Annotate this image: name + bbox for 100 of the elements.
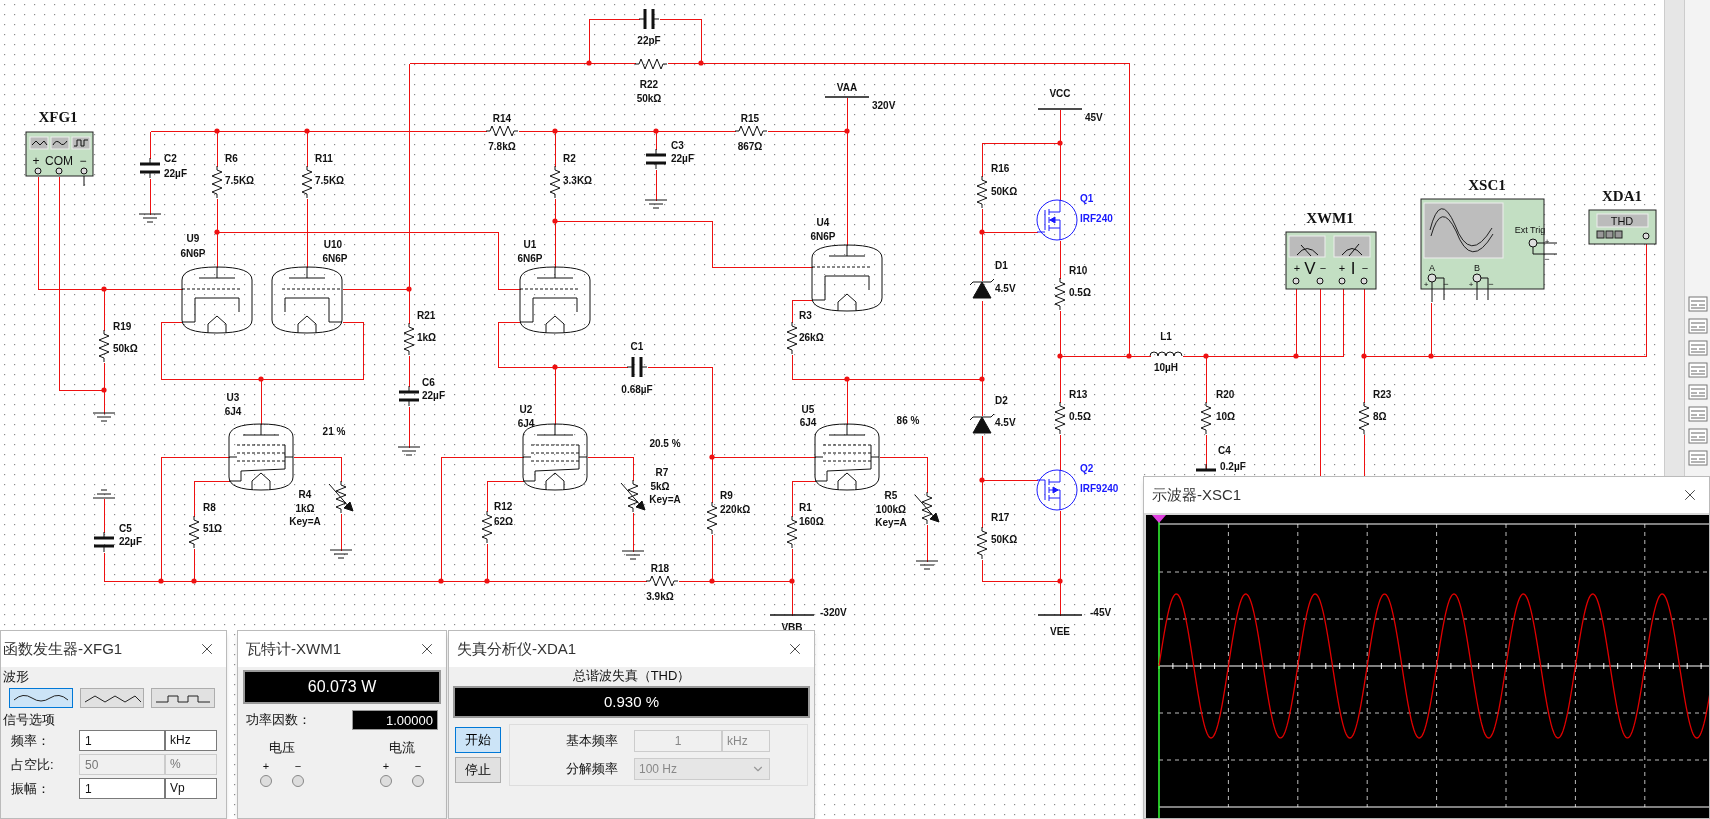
terminal-label: + (262, 759, 270, 772)
component-value: IRF240 (1080, 212, 1113, 224)
component-label: R12 (494, 500, 513, 512)
window-title: 函数发生器-XFG1 (3, 638, 123, 659)
component-label: R18 (650, 562, 670, 574)
instrument-label: XWM1 (1306, 210, 1354, 226)
component-label: VEE (1050, 625, 1070, 637)
field-label: 占空比: (10, 755, 55, 774)
component-label: VAA (836, 81, 858, 93)
field-label: 振幅： (10, 779, 51, 798)
terminal-label: COM (45, 154, 73, 168)
unit-field: Vp (165, 778, 217, 799)
component-value: 867Ω (737, 140, 763, 152)
component-label: R7 (655, 466, 669, 478)
measure-label: 总谐波失真（THD） (571, 668, 692, 684)
component-value: 160Ω (799, 515, 824, 527)
group-label: 电压 (269, 739, 295, 757)
reading-display: 60.073 W (243, 670, 441, 704)
window-title: 瓦特计-XWM1 (246, 638, 341, 659)
component-value: 3.3KΩ (563, 174, 593, 186)
component-label: R22 (639, 78, 659, 90)
component-value: 6N6P (180, 247, 206, 259)
component-label: U2 (519, 403, 533, 415)
unit-field: % (165, 754, 217, 775)
key-label: Key=A (875, 516, 907, 528)
component-value: 6N6P (322, 252, 348, 264)
unit-field: kHz (165, 730, 217, 751)
setting-label: 86 % (896, 414, 920, 426)
terminal-label: + (1544, 236, 1550, 246)
component-label: U10 (323, 238, 343, 250)
component-value: 1kΩ (417, 331, 437, 343)
setting-label: 21 % (322, 425, 346, 437)
component-label: C5 (119, 522, 132, 534)
reading-display: 0.930 % (453, 686, 810, 718)
group-label: 信号选项 (3, 712, 56, 728)
instrument-label: XDA1 (1602, 188, 1642, 204)
component-value: 6J4 (799, 416, 817, 428)
terminal-label: V (1304, 258, 1316, 278)
terminal-label: − (1544, 254, 1550, 264)
component-value: 4.5V (995, 282, 1016, 294)
component-value: 7.5KΩ (315, 174, 345, 186)
component-label: R13 (1069, 388, 1088, 400)
component-value: 10µH (1153, 361, 1179, 373)
component-value: 1kΩ (295, 502, 315, 514)
component-label: U5 (801, 403, 815, 415)
component-label: VCC (1049, 87, 1071, 99)
component-value: 10Ω (1216, 410, 1236, 422)
instrument-label: XFG1 (38, 109, 78, 125)
component-label: R10 (1069, 264, 1088, 276)
channel-label: A (1429, 263, 1435, 273)
component-label: C4 (1218, 444, 1231, 456)
component-label: D2 (995, 394, 1008, 406)
component-value: 22µF (422, 389, 445, 401)
component-label: R8 (203, 501, 216, 513)
field-label: 分解频率 (565, 760, 619, 779)
component-label: R14 (492, 112, 512, 124)
component-value: 22pF (637, 34, 661, 46)
component-value: 6J4 (224, 405, 242, 417)
component-label: R20 (1216, 388, 1235, 400)
component-label: R23 (1373, 388, 1392, 400)
component-value: 4.5V (995, 416, 1016, 428)
component-value: 50kΩ (113, 342, 138, 354)
component-label: R3 (799, 309, 812, 321)
action-button[interactable]: 开始 (455, 727, 501, 753)
component-value: 0.2µF (1220, 460, 1246, 472)
component-value: 8Ω (1373, 410, 1387, 422)
component-label: R17 (991, 511, 1010, 523)
component-label: C3 (671, 139, 684, 151)
field-label: 频率： (10, 731, 51, 750)
trigger-label: Ext Trig (1514, 225, 1546, 235)
terminal-label: − (1443, 279, 1449, 289)
field-label: 基本频率 (565, 732, 619, 751)
component-value: 62Ω (494, 515, 514, 527)
channel-label: B (1474, 263, 1480, 273)
terminal-label: + (1468, 279, 1474, 289)
component-value: 6N6P (517, 252, 543, 264)
terminal-label: − (79, 154, 87, 168)
component-label: R5 (884, 489, 898, 501)
terminal-label: + (32, 154, 40, 168)
setting-label: 20.5 % (649, 437, 681, 449)
component-value: 50KΩ (991, 533, 1018, 545)
display-label: THD (1610, 215, 1634, 227)
component-value: 50kΩ (636, 92, 662, 104)
component-label: U4 (816, 216, 830, 228)
terminal-label: + (1338, 262, 1346, 274)
component-label: R19 (113, 320, 132, 332)
component-label: C1 (630, 340, 644, 352)
component-value: 22µF (164, 167, 187, 179)
component-label: R6 (225, 152, 238, 164)
value-field[interactable]: 1 (79, 730, 165, 751)
component-value: 6N6P (810, 230, 836, 242)
component-value: 0.68µF (621, 383, 653, 395)
terminal-label: + (1423, 279, 1429, 289)
power-factor-display: 1.00000 (352, 710, 438, 730)
value-field[interactable]: 1 (79, 778, 165, 799)
action-button[interactable]: 停止 (455, 757, 501, 783)
component-value: 50KΩ (991, 185, 1018, 197)
terminal-label: + (1293, 262, 1301, 274)
component-value: 51Ω (203, 522, 223, 534)
component-value: 7.8kΩ (488, 140, 516, 152)
